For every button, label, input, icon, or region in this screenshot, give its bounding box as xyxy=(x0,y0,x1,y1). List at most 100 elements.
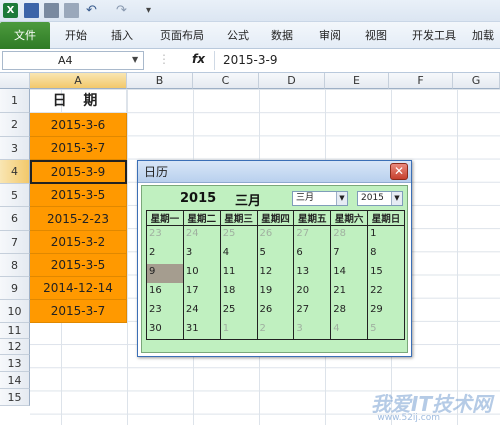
date-cell[interactable]: 2015-3-6 xyxy=(30,113,127,137)
month-select[interactable]: 三月 ▼ xyxy=(292,191,348,206)
calendar-day-other-month[interactable]: 1 xyxy=(219,320,258,340)
calendar-day-other-month[interactable]: 4 xyxy=(330,320,369,340)
column-header-e[interactable]: E xyxy=(325,73,389,89)
calendar-day[interactable]: 1 xyxy=(367,225,405,245)
calendar-day-other-month[interactable]: 28 xyxy=(330,225,369,245)
calendar-day[interactable]: 5 xyxy=(256,244,295,264)
calendar-day[interactable]: 13 xyxy=(293,263,332,283)
calendar-day-other-month[interactable]: 3 xyxy=(293,320,332,340)
row-header[interactable]: 8 xyxy=(0,254,30,277)
calendar-day[interactable]: 21 xyxy=(330,282,369,302)
calendar-day[interactable]: 25 xyxy=(219,301,258,321)
tab-home[interactable]: 开始 xyxy=(56,22,96,49)
date-cell[interactable]: 2015-3-7 xyxy=(30,300,127,323)
formula-input[interactable]: 2015-3-9 xyxy=(214,51,500,70)
column-header-g[interactable]: G xyxy=(453,73,500,89)
calendar-day[interactable]: 27 xyxy=(293,301,332,321)
row-header[interactable]: 7 xyxy=(0,231,30,254)
calendar-day-other-month[interactable]: 24 xyxy=(182,225,221,245)
calendar-day-selected[interactable]: 9 xyxy=(146,263,184,283)
tab-review[interactable]: 审阅 xyxy=(310,22,350,49)
print-icon[interactable] xyxy=(44,3,59,18)
tab-formulas[interactable]: 公式 xyxy=(220,22,256,49)
calendar-day[interactable]: 26 xyxy=(256,301,295,321)
calendar-day[interactable]: 14 xyxy=(330,263,369,283)
date-cell[interactable]: 2015-3-5 xyxy=(30,184,127,207)
column-header-b[interactable]: B xyxy=(127,73,193,89)
calendar-day[interactable]: 2 xyxy=(146,244,184,264)
calendar-day[interactable]: 23 xyxy=(146,301,184,321)
tab-file[interactable]: 文件 xyxy=(0,22,50,49)
date-cell[interactable]: 2015-3-7 xyxy=(30,137,127,160)
calendar-day[interactable]: 16 xyxy=(146,282,184,302)
name-box-dropdown-icon[interactable]: ▼ xyxy=(132,55,138,64)
calendar-day[interactable]: 8 xyxy=(367,244,405,264)
row-header[interactable]: 13 xyxy=(0,355,30,372)
chevron-down-icon[interactable]: ▼ xyxy=(391,192,402,205)
row-header[interactable]: 4 xyxy=(0,160,30,184)
row-header[interactable]: 1 xyxy=(0,89,30,113)
undo-icon[interactable]: ↶ xyxy=(86,3,101,18)
save-icon[interactable] xyxy=(24,3,39,18)
close-button[interactable]: ✕ xyxy=(390,163,408,180)
column-header-d[interactable]: D xyxy=(259,73,325,89)
calendar-day[interactable]: 17 xyxy=(182,282,221,302)
calendar-day[interactable]: 24 xyxy=(182,301,221,321)
calendar-day-other-month[interactable]: 2 xyxy=(256,320,295,340)
row-header[interactable]: 11 xyxy=(0,323,30,339)
calendar-day[interactable]: 4 xyxy=(219,244,258,264)
column-header-f[interactable]: F xyxy=(389,73,453,89)
calendar-day[interactable]: 20 xyxy=(293,282,332,302)
calendar-day-other-month[interactable]: 27 xyxy=(293,225,332,245)
row-header[interactable]: 14 xyxy=(0,372,30,389)
date-cell[interactable]: 2015-3-2 xyxy=(30,231,127,254)
calendar-dialog-title[interactable]: 日历 xyxy=(138,161,411,183)
row-header[interactable]: 2 xyxy=(0,113,30,137)
column-header-c[interactable]: C xyxy=(193,73,259,89)
row-header[interactable]: 3 xyxy=(0,137,30,160)
tab-developer[interactable]: 开发工具 xyxy=(404,22,464,49)
column-header-a[interactable]: A xyxy=(30,73,127,89)
calendar-day[interactable]: 28 xyxy=(330,301,369,321)
calendar-day[interactable]: 15 xyxy=(367,263,405,283)
insert-function-icon[interactable]: fx xyxy=(192,52,205,66)
calendar-day[interactable]: 7 xyxy=(330,244,369,264)
row-header[interactable]: 15 xyxy=(0,389,30,406)
tab-add-ins[interactable]: 加载 xyxy=(472,22,500,49)
calendar-day[interactable]: 3 xyxy=(182,244,221,264)
row-header[interactable]: 12 xyxy=(0,339,30,355)
calendar-day[interactable]: 11 xyxy=(219,263,258,283)
calendar-day-other-month[interactable]: 25 xyxy=(219,225,258,245)
chevron-down-icon[interactable]: ▼ xyxy=(336,192,347,205)
calendar-day-other-month[interactable]: 5 xyxy=(367,320,405,340)
redo-icon[interactable]: ↷ xyxy=(116,3,131,18)
customize-toolbar-icon[interactable]: ▾ xyxy=(146,3,161,18)
calendar-day[interactable]: 31 xyxy=(182,320,221,340)
calendar-day[interactable]: 6 xyxy=(293,244,332,264)
calendar-day-other-month[interactable]: 23 xyxy=(146,225,184,245)
calendar-day[interactable]: 19 xyxy=(256,282,295,302)
calendar-day[interactable]: 18 xyxy=(219,282,258,302)
row-header[interactable]: 6 xyxy=(0,207,30,231)
name-box[interactable]: A4 xyxy=(2,51,144,70)
print-preview-icon[interactable] xyxy=(64,3,79,18)
calendar-day[interactable]: 29 xyxy=(367,301,405,321)
date-cell-active[interactable]: 2015-3-9 xyxy=(30,160,127,184)
calendar-day-other-month[interactable]: 26 xyxy=(256,225,295,245)
select-all-corner[interactable] xyxy=(0,73,30,89)
calendar-day[interactable]: 10 xyxy=(182,263,221,283)
cell-a1-header[interactable]: 日 期 xyxy=(30,89,127,113)
tab-view[interactable]: 视图 xyxy=(356,22,396,49)
calendar-day[interactable]: 30 xyxy=(146,320,184,340)
row-header[interactable]: 9 xyxy=(0,277,30,300)
calendar-day[interactable]: 22 xyxy=(367,282,405,302)
tab-page-layout[interactable]: 页面布局 xyxy=(150,22,214,49)
calendar-day[interactable]: 12 xyxy=(256,263,295,283)
date-cell[interactable]: 2015-2-23 xyxy=(30,207,127,231)
row-header[interactable]: 5 xyxy=(0,184,30,207)
tab-insert[interactable]: 插入 xyxy=(102,22,142,49)
date-cell[interactable]: 2015-3-5 xyxy=(30,254,127,277)
row-header[interactable]: 10 xyxy=(0,300,30,323)
date-cell[interactable]: 2014-12-14 xyxy=(30,277,127,300)
tab-data[interactable]: 数据 xyxy=(262,22,302,49)
